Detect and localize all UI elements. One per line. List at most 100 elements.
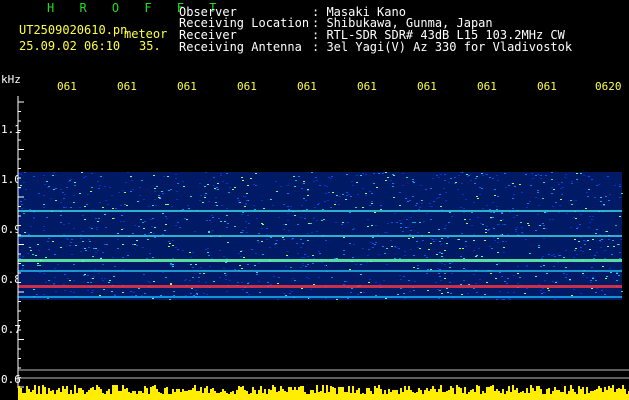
noise-speck — [203, 293, 205, 294]
noise-speck — [190, 264, 192, 265]
signal-bar-column — [586, 387, 588, 400]
noise-speck — [83, 177, 85, 178]
signal-bar-column — [80, 388, 82, 400]
noise-speck — [100, 257, 102, 258]
noise-speck — [446, 288, 448, 289]
noise-speck — [526, 265, 528, 266]
noise-speck — [561, 194, 563, 195]
noise-speck — [130, 177, 132, 178]
noise-speck — [537, 190, 539, 191]
band-line — [18, 270, 622, 272]
noise-speck — [570, 200, 572, 201]
noise-speck — [386, 248, 388, 249]
noise-speck — [439, 269, 441, 270]
noise-speck — [20, 174, 22, 175]
noise-speck — [463, 208, 465, 209]
noise-speck — [234, 226, 236, 227]
noise-speck — [360, 292, 362, 293]
signal-bar-column — [414, 393, 416, 400]
noise-speck — [43, 226, 45, 227]
noise-speck — [121, 215, 123, 216]
noise-speck — [91, 187, 93, 188]
noise-speck — [570, 227, 572, 228]
signal-bar-column — [518, 393, 520, 400]
signal-bar-column — [562, 392, 564, 400]
noise-speck — [53, 189, 55, 190]
noise-speck — [515, 229, 517, 230]
noise-speck — [387, 177, 389, 178]
noise-speck — [261, 228, 263, 229]
noise-speck — [444, 273, 446, 274]
noise-speck — [542, 223, 544, 224]
noise-speck — [21, 204, 23, 205]
noise-speck — [601, 290, 603, 291]
noise-speck — [438, 229, 440, 230]
noise-speck — [162, 213, 164, 214]
signal-bar-column — [608, 386, 610, 400]
signal-bar-column — [490, 386, 492, 400]
signal-bar-column — [504, 394, 506, 400]
noise-speck — [465, 246, 467, 247]
noise-speck — [206, 220, 208, 221]
noise-speck — [292, 238, 294, 239]
noise-speck — [519, 184, 521, 185]
noise-speck — [64, 274, 66, 275]
signal-bar-column — [100, 389, 102, 400]
noise-speck — [48, 280, 50, 281]
noise-speck — [546, 212, 548, 213]
noise-speck — [287, 185, 289, 186]
signal-bar-column — [214, 391, 216, 400]
noise-speck — [526, 266, 528, 267]
noise-speck — [552, 281, 554, 282]
noise-speck — [413, 255, 415, 256]
noise-speck — [140, 219, 142, 220]
signal-bar-column — [408, 386, 410, 400]
noise-speck — [102, 280, 104, 281]
signal-bar-column — [108, 389, 110, 400]
signal-bar-column — [170, 394, 172, 400]
noise-speck — [300, 239, 302, 240]
noise-speck — [621, 193, 623, 194]
noise-speck — [427, 269, 429, 270]
noise-speck — [406, 219, 408, 220]
noise-speck — [540, 178, 542, 179]
noise-speck — [494, 240, 496, 241]
noise-speck — [507, 278, 509, 279]
noise-speck — [211, 258, 213, 259]
noise-speck — [33, 218, 35, 219]
noise-speck — [304, 218, 306, 219]
noise-speck — [43, 204, 45, 205]
signal-bar-column — [204, 388, 206, 400]
noise-speck — [182, 209, 184, 210]
signal-bar-column — [240, 387, 242, 400]
noise-speck — [186, 219, 188, 220]
signal-bar-column — [58, 388, 60, 400]
noise-speck — [344, 281, 346, 282]
noise-speck — [161, 191, 163, 192]
noise-speck — [23, 182, 25, 183]
noise-speck — [566, 274, 568, 275]
noise-speck — [367, 226, 369, 227]
signal-bar-column — [88, 390, 90, 400]
noise-speck — [102, 264, 104, 265]
signal-bar-column — [616, 389, 618, 400]
noise-speck — [93, 276, 95, 277]
signal-bar-column — [178, 389, 180, 400]
noise-speck — [220, 175, 222, 176]
noise-speck — [484, 294, 486, 295]
noise-speck — [437, 289, 439, 290]
signal-bar-column — [248, 394, 250, 400]
noise-speck — [176, 191, 178, 192]
noise-speck — [290, 267, 292, 268]
noise-speck — [245, 227, 247, 228]
noise-speck — [489, 246, 491, 247]
noise-speck — [307, 240, 309, 241]
noise-speck — [141, 180, 143, 181]
signal-bar-column — [480, 394, 482, 400]
noise-speck — [55, 200, 57, 201]
noise-speck — [548, 254, 550, 255]
noise-speck — [132, 189, 134, 190]
noise-speck — [601, 239, 603, 240]
noise-speck — [466, 223, 468, 224]
noise-speck — [473, 250, 475, 251]
